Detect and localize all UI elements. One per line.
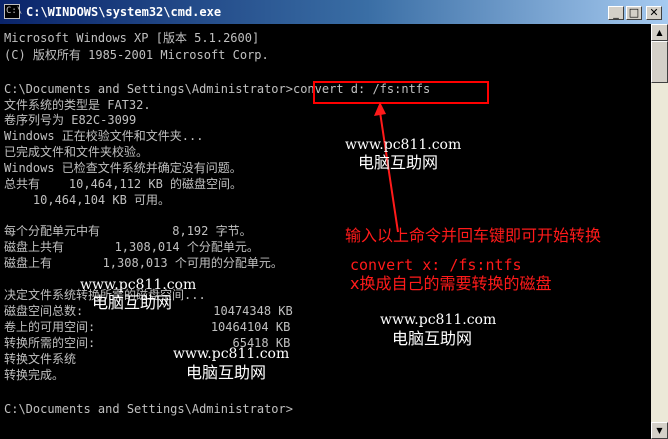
watermark-name: 电脑互助网 bbox=[392, 329, 473, 348]
vertical-scrollbar[interactable]: ▲ ▼ bbox=[651, 24, 668, 439]
console-line: 文件系统的类型是 FAT32. bbox=[4, 98, 151, 112]
annotation-note: x换成自己的需要转换的磁盘 bbox=[350, 274, 552, 293]
watermark-name: 电脑互助网 bbox=[186, 363, 267, 382]
console-line: 卷上的可用空间: 10464104 KB bbox=[4, 320, 291, 334]
console-line: (C) 版权所有 1985-2001 Microsoft Corp. bbox=[4, 48, 269, 62]
console-line: 卷序列号为 E82C-3099 bbox=[4, 113, 137, 127]
scroll-down-icon[interactable]: ▼ bbox=[651, 422, 668, 439]
title-bar[interactable]: C:\ C:\WINDOWS\system32\cmd.exe _ □ ✕ bbox=[0, 0, 668, 24]
scroll-thumb[interactable] bbox=[651, 41, 668, 83]
console-line: Microsoft Windows XP [版本 5.1.2600] bbox=[4, 31, 260, 45]
console-line: 磁盘上有 1,308,013 个可用的分配单元。 bbox=[4, 256, 283, 270]
watermark-url: www.pc811.com bbox=[345, 137, 462, 153]
console-line: 每个分配单元中有 8,192 字节。 bbox=[4, 224, 252, 238]
watermark-name: 电脑互助网 bbox=[92, 293, 173, 312]
minimize-button[interactable]: _ bbox=[608, 6, 624, 20]
cmd-window: C:\ C:\WINDOWS\system32\cmd.exe _ □ ✕ Mi… bbox=[0, 0, 668, 439]
watermark-url: www.pc811.com bbox=[80, 277, 197, 293]
console-line: Windows 正在校验文件和文件夹... bbox=[4, 129, 204, 143]
watermark-url: www.pc811.com bbox=[173, 346, 290, 362]
console-line: 磁盘上共有 1,308,014 个分配单元。 bbox=[4, 240, 259, 254]
console-line: 已完成文件和文件夹校验。 bbox=[4, 145, 149, 159]
annotation-command: convert x: /fs:ntfs bbox=[350, 256, 522, 274]
window-title: C:\WINDOWS\system32\cmd.exe bbox=[26, 5, 222, 19]
console-line: 10,464,104 KB 可用。 bbox=[4, 193, 171, 207]
scroll-up-icon[interactable]: ▲ bbox=[651, 24, 668, 41]
maximize-button[interactable]: □ bbox=[626, 6, 642, 20]
console-line: 总共有 10,464,112 KB 的磁盘空间。 bbox=[4, 177, 243, 191]
annotation-instruction: 输入以上命令并回车键即可开始转换 bbox=[345, 226, 602, 245]
console-prompt: C:\Documents and Settings\Administrator> bbox=[4, 402, 293, 416]
console-line: Windows 已检查文件系统并确定没有问题。 bbox=[4, 161, 242, 175]
watermark-url: www.pc811.com bbox=[380, 312, 497, 328]
close-button[interactable]: ✕ bbox=[646, 6, 662, 20]
console-line: 转换文件系统 bbox=[4, 352, 77, 366]
cmd-icon[interactable]: C:\ bbox=[4, 4, 22, 19]
watermark-name: 电脑互助网 bbox=[358, 153, 439, 172]
console-line: 转换完成。 bbox=[4, 368, 65, 382]
